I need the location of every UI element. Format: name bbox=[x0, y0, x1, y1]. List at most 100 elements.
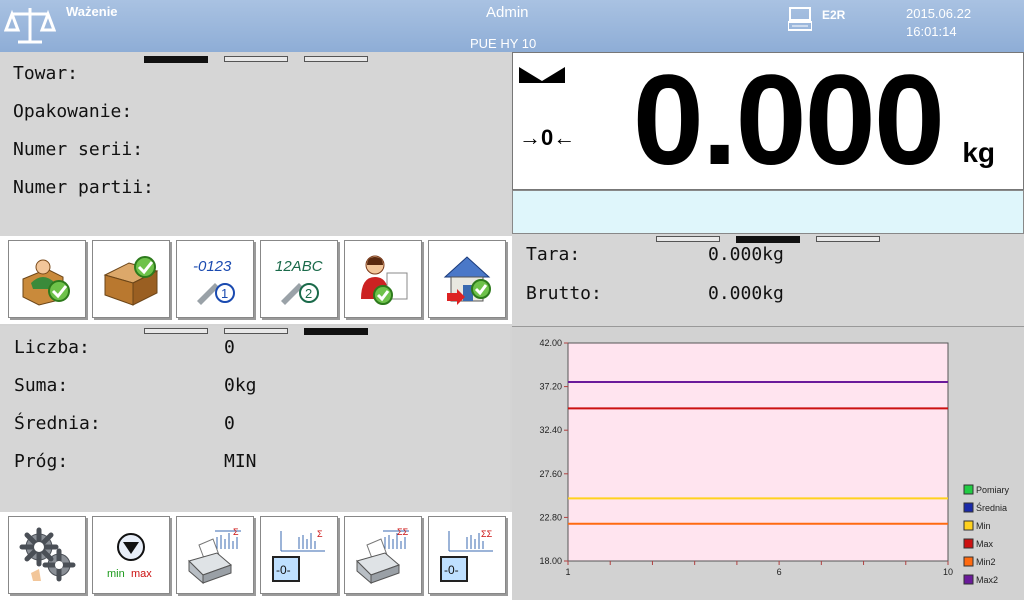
sigma-text: Σ bbox=[317, 529, 323, 539]
tare-value: 0.000kg bbox=[708, 244, 784, 265]
legend-swatch bbox=[963, 538, 974, 549]
legend-label: Pomiary bbox=[976, 485, 1010, 495]
y-tick-label: 22.80 bbox=[539, 512, 562, 522]
print-total-statistics-button[interactable]: ΣΣ bbox=[344, 516, 422, 594]
variable-2-number: 2 bbox=[305, 286, 312, 301]
y-tick-label: 18.00 bbox=[539, 556, 562, 566]
operator-select-icon bbox=[361, 255, 408, 305]
page-indicator bbox=[656, 236, 720, 242]
page-indicator bbox=[304, 328, 368, 335]
y-tick-label: 42.00 bbox=[539, 338, 562, 348]
zero-total-statistics-icon: ΣΣ -0- bbox=[440, 529, 493, 582]
statistics-panel: Liczba: 0 Suma: 0kg Średnia: 0 Próg: MIN bbox=[0, 326, 510, 512]
page-indicator bbox=[144, 56, 208, 63]
warehouse-select-icon bbox=[443, 256, 491, 305]
title-bar: Ważenie Admin PUE HY 10 E2R 2015.06.22 1… bbox=[0, 0, 1024, 52]
terminal-icon[interactable] bbox=[788, 6, 812, 32]
zero-indicator: →0← bbox=[519, 125, 576, 150]
min-max-threshold-icon: min max bbox=[107, 533, 152, 580]
contractor-button[interactable] bbox=[8, 240, 86, 318]
weight-value: 0.000 bbox=[632, 49, 945, 192]
weighing-chart: 42.00 37.20 32.40 27.60 22.80 18.00 1 6 10 Pomiar… bbox=[512, 326, 1024, 600]
settings-button[interactable] bbox=[8, 516, 86, 594]
product-label: Towar: bbox=[13, 63, 79, 84]
min-max-button[interactable]: min max bbox=[92, 516, 170, 594]
weight-unit[interactable]: kg bbox=[962, 137, 995, 169]
page-indicator bbox=[304, 56, 368, 62]
tare-panel: Tara: 0.000kg Brutto: 0.000kg bbox=[512, 234, 1024, 326]
double-sigma-text: ΣΣ bbox=[397, 527, 409, 537]
date-text: 2015.06.22 bbox=[906, 6, 972, 21]
x-tick-label: 10 bbox=[943, 567, 953, 577]
gross-label: Brutto: bbox=[526, 283, 602, 304]
page-indicator bbox=[144, 328, 208, 334]
zero-statistics-button[interactable]: Σ -0- bbox=[260, 516, 338, 594]
y-tick-label: 37.20 bbox=[539, 382, 562, 392]
variable-1-button[interactable]: -0123 1 bbox=[176, 240, 254, 318]
gross-value: 0.000kg bbox=[708, 283, 784, 304]
threshold-label: Próg: bbox=[14, 451, 69, 472]
page-indicator bbox=[224, 56, 288, 62]
product-info-panel: Towar: Opakowanie: Numer serii: Numer pa… bbox=[0, 52, 510, 236]
chart-canvas: 42.00 37.20 32.40 27.60 22.80 18.001 6 10 Pomiar… bbox=[539, 338, 1010, 585]
variable-2-icon: 12ABC 2 bbox=[275, 258, 323, 305]
zero-statistics-icon: Σ -0- bbox=[272, 529, 325, 582]
connection-label: E2R bbox=[822, 8, 846, 22]
user-name[interactable]: Admin bbox=[486, 4, 529, 21]
page-indicator bbox=[736, 236, 800, 243]
legend-label: Min bbox=[976, 521, 991, 531]
scale-model: PUE HY 10 bbox=[470, 36, 537, 51]
time-text: 16:01:14 bbox=[906, 24, 957, 39]
print-statistics-icon: Σ bbox=[188, 527, 241, 585]
legend-swatch bbox=[963, 556, 974, 567]
count-label: Liczba: bbox=[14, 337, 90, 358]
legend-label: Max bbox=[976, 539, 994, 549]
datetime: 2015.06.22 16:01:14 bbox=[906, 5, 971, 41]
legend-swatch bbox=[963, 520, 974, 531]
variable-1-number: 1 bbox=[221, 286, 228, 301]
double-sigma-text: ΣΣ bbox=[481, 529, 493, 539]
x-tick-label: 1 bbox=[565, 567, 570, 577]
sigma-text: Σ bbox=[233, 527, 239, 537]
sum-label: Suma: bbox=[14, 375, 69, 396]
function-buttons-top: -0123 1 12ABC 2 bbox=[0, 236, 512, 324]
variable-1-icon: -0123 1 bbox=[193, 258, 235, 305]
warehouse-button[interactable] bbox=[428, 240, 506, 318]
variable-2-button[interactable]: 12ABC 2 bbox=[260, 240, 338, 318]
mean-value: 0 bbox=[224, 413, 235, 434]
legend-label: Średnia bbox=[976, 502, 1007, 513]
packaging-label: Opakowanie: bbox=[13, 101, 133, 122]
legend-swatch bbox=[963, 502, 974, 513]
settings-icon bbox=[19, 527, 76, 582]
serial-number-label: Numer serii: bbox=[13, 139, 144, 160]
variable-1-text: -0123 bbox=[193, 258, 232, 275]
zero-total-statistics-button[interactable]: ΣΣ -0- bbox=[428, 516, 506, 594]
scale-icon[interactable] bbox=[4, 4, 56, 48]
y-tick-label: 27.60 bbox=[539, 469, 562, 479]
legend-label: Min2 bbox=[976, 557, 996, 567]
batch-number-label: Numer partii: bbox=[13, 177, 154, 198]
chart-plot-area bbox=[567, 342, 949, 562]
zero-text: -0- bbox=[276, 563, 291, 577]
weight-display: →0← 0.000 kg bbox=[512, 52, 1024, 190]
window-title: Ważenie bbox=[66, 4, 118, 19]
print-statistics-button[interactable]: Σ bbox=[176, 516, 254, 594]
y-tick-label: 32.40 bbox=[539, 425, 562, 435]
product-button[interactable] bbox=[92, 240, 170, 318]
zero-text: -0- bbox=[444, 563, 459, 577]
sum-value: 0kg bbox=[224, 375, 257, 396]
stability-marker-icon bbox=[519, 67, 565, 83]
threshold-value: MIN bbox=[224, 451, 257, 472]
variable-2-text: 12ABC bbox=[275, 258, 323, 275]
function-buttons-bottom: min max Σ Σ -0- ΣΣ ΣΣ -0- bbox=[0, 512, 512, 600]
mean-label: Średnia: bbox=[14, 413, 101, 434]
page-indicator bbox=[816, 236, 880, 242]
legend-label: Max2 bbox=[976, 575, 998, 585]
print-total-statistics-icon: ΣΣ bbox=[356, 527, 409, 585]
product-select-icon bbox=[103, 256, 159, 306]
page-indicator bbox=[224, 328, 288, 334]
operator-button[interactable] bbox=[344, 240, 422, 318]
x-tick-label: 6 bbox=[777, 567, 782, 577]
legend-swatch bbox=[963, 484, 974, 495]
bargraph bbox=[512, 190, 1024, 234]
